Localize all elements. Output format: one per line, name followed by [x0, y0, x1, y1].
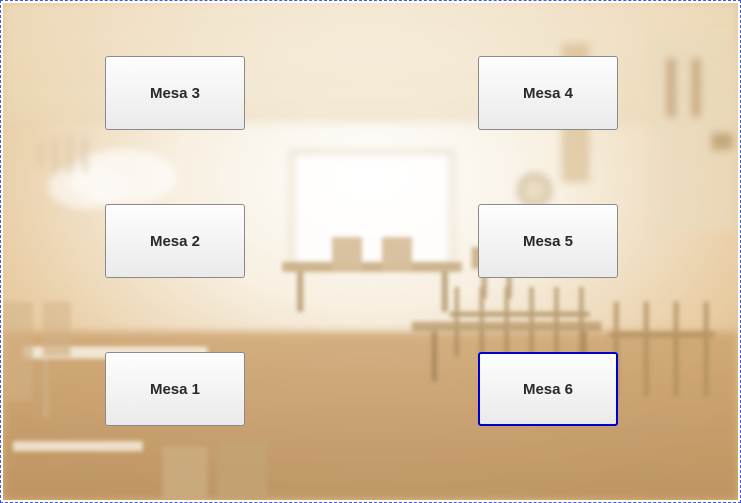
restaurant-tables-panel: Mesa 3 Mesa 2 Mesa 1 Mesa 4 Mesa 5 Mesa … [0, 0, 741, 503]
table-button-mesa-4[interactable]: Mesa 4 [478, 56, 618, 130]
table-button-mesa-2[interactable]: Mesa 2 [105, 204, 245, 278]
table-button-mesa-3[interactable]: Mesa 3 [105, 56, 245, 130]
table-button-mesa-5[interactable]: Mesa 5 [478, 204, 618, 278]
table-button-mesa-1[interactable]: Mesa 1 [105, 352, 245, 426]
table-button-mesa-6[interactable]: Mesa 6 [478, 352, 618, 426]
